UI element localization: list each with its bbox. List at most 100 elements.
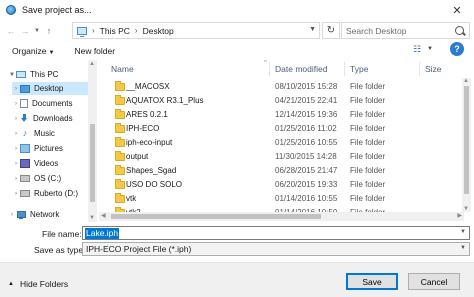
downloads-icon bbox=[20, 114, 29, 123]
file-row[interactable]: ARES 0.2.1 12/14/2015 19:36 File folder bbox=[99, 109, 474, 121]
file-name-field[interactable]: Lake.iph ▼ bbox=[82, 226, 470, 240]
scroll-right-icon[interactable]: ▶ bbox=[457, 212, 462, 219]
chevron-right-icon[interactable]: › bbox=[12, 116, 20, 122]
folder-icon bbox=[115, 95, 125, 105]
chevron-right-icon[interactable]: › bbox=[12, 161, 20, 167]
breadcrumb-this-pc[interactable]: This PC bbox=[100, 26, 130, 36]
file-row[interactable]: __MACOSX 08/10/2015 15:28 File folder bbox=[99, 81, 474, 93]
navigation-scrollbar[interactable]: ▲ ▼ bbox=[88, 60, 97, 222]
nav-item-pictures[interactable]: › Pictures bbox=[12, 142, 88, 155]
scroll-up-icon[interactable]: ▲ bbox=[89, 61, 95, 67]
chevron-right-icon[interactable]: › bbox=[12, 86, 20, 92]
nav-item-documents[interactable]: › Documents bbox=[12, 97, 88, 110]
file-list: ^ Name Date modified Type Size __MACOSX … bbox=[99, 60, 474, 222]
arrow-up-icon: ↑ bbox=[46, 26, 52, 36]
desktop-icon bbox=[20, 84, 30, 93]
chevron-right-icon[interactable]: › bbox=[12, 146, 20, 152]
hide-folders-label: Hide Folders bbox=[19, 279, 69, 289]
save-button[interactable]: Save bbox=[346, 273, 398, 290]
nav-item-videos[interactable]: › Videos bbox=[12, 157, 88, 170]
nav-item-os-c[interactable]: › OS (C:) bbox=[12, 172, 88, 185]
organize-button[interactable]: Organize ▼ bbox=[12, 46, 54, 56]
breadcrumb-desktop[interactable]: Desktop bbox=[143, 26, 174, 36]
help-button[interactable]: ? bbox=[450, 42, 464, 56]
breadcrumb-separator-icon[interactable]: › bbox=[92, 26, 95, 35]
videos-icon bbox=[20, 159, 30, 168]
chevron-right-icon[interactable]: › bbox=[12, 176, 20, 182]
scroll-down-icon[interactable]: ▼ bbox=[89, 215, 95, 221]
up-button[interactable]: ↑ bbox=[42, 23, 56, 39]
breadcrumb-separator-icon[interactable]: › bbox=[135, 26, 138, 35]
column-header-name[interactable]: Name bbox=[111, 60, 134, 78]
file-list-vertical-scrollbar[interactable]: ▲ ▼ bbox=[462, 78, 471, 212]
chevron-right-icon[interactable]: › bbox=[12, 131, 20, 137]
file-date: 06/28/2015 21:47 bbox=[275, 166, 338, 175]
scroll-left-icon[interactable]: ◀ bbox=[101, 212, 106, 219]
file-row[interactable]: Shapes_Sgad 06/28/2015 21:47 File folder bbox=[99, 165, 474, 177]
chevron-down-icon[interactable]: ▼ bbox=[309, 26, 316, 33]
file-name: Shapes_Sgad bbox=[126, 166, 177, 175]
file-type: File folder bbox=[350, 82, 386, 91]
scrollbar-thumb[interactable] bbox=[111, 214, 321, 219]
title-bar: Save project as... ✕ bbox=[0, 0, 474, 20]
organize-label: Organize bbox=[12, 45, 47, 56]
cancel-button[interactable]: Cancel bbox=[408, 273, 460, 290]
chevron-right-icon[interactable]: › bbox=[8, 212, 16, 218]
column-header-size[interactable]: Size bbox=[425, 60, 442, 78]
file-date: 08/10/2015 15:28 bbox=[275, 82, 338, 91]
save-as-type-select[interactable]: IPH-ECO Project File (*.iph) ▼ bbox=[82, 242, 470, 256]
chevron-right-icon[interactable]: › bbox=[12, 101, 20, 107]
file-type: File folder bbox=[350, 138, 386, 147]
search-box[interactable] bbox=[341, 22, 470, 39]
nav-item-music[interactable]: › ♪ Music bbox=[12, 127, 88, 140]
chevron-right-icon[interactable]: › bbox=[12, 191, 20, 197]
chevron-down-icon[interactable]: ▼ bbox=[460, 229, 466, 235]
address-bar[interactable]: › This PC › Desktop ▼ bbox=[72, 22, 320, 39]
back-button[interactable]: ← bbox=[4, 23, 18, 39]
refresh-button[interactable]: ↻ bbox=[322, 22, 340, 39]
file-name: iph-eco-input bbox=[126, 138, 173, 147]
nav-item-this-pc[interactable]: ▼ This PC bbox=[8, 68, 88, 81]
chevron-down-icon: ▼ bbox=[48, 49, 55, 56]
column-divider[interactable] bbox=[269, 62, 270, 76]
chevron-down-icon[interactable]: ▼ bbox=[427, 46, 433, 52]
recent-locations-button[interactable]: ▼ bbox=[32, 23, 42, 39]
new-folder-button[interactable]: New folder bbox=[74, 46, 115, 56]
chevron-down-icon[interactable]: ▼ bbox=[460, 245, 466, 251]
command-toolbar: Organize ▼ New folder ☷ ▼ ? bbox=[0, 42, 474, 59]
file-name: ARES 0.2.1 bbox=[126, 110, 168, 119]
column-divider[interactable] bbox=[344, 62, 345, 76]
file-row[interactable]: output 11/30/2015 14:28 File folder bbox=[99, 151, 474, 163]
file-name: IPH-ECO bbox=[126, 124, 160, 133]
nav-item-downloads[interactable]: › Downloads bbox=[12, 112, 88, 125]
column-divider[interactable] bbox=[419, 62, 420, 76]
column-header-type[interactable]: Type bbox=[350, 60, 368, 78]
scroll-up-icon[interactable]: ▲ bbox=[463, 78, 469, 84]
chevron-down-icon[interactable]: ▼ bbox=[8, 72, 16, 78]
view-options-icon[interactable]: ☷ bbox=[413, 44, 421, 55]
close-button[interactable]: ✕ bbox=[444, 2, 470, 18]
pc-icon bbox=[16, 71, 26, 78]
file-list-horizontal-scrollbar[interactable]: ◀ ▶ bbox=[99, 212, 464, 221]
nav-item-label: Music bbox=[34, 129, 55, 138]
arrow-left-icon: ← bbox=[6, 26, 16, 36]
file-date: 04/21/2015 22:41 bbox=[275, 96, 338, 105]
hide-folders-button[interactable]: ▲ Hide Folders bbox=[8, 279, 68, 289]
forward-button[interactable]: → bbox=[18, 23, 32, 39]
search-input[interactable] bbox=[346, 25, 456, 36]
file-row[interactable]: AQUATOX R3.1_Plus 04/21/2015 22:41 File … bbox=[99, 95, 474, 107]
refresh-icon: ↻ bbox=[326, 25, 336, 36]
scrollbar-thumb[interactable] bbox=[464, 86, 469, 194]
nav-item-ruberto-d[interactable]: › Ruberto (D:) bbox=[12, 187, 88, 200]
nav-item-network[interactable]: › Network bbox=[8, 208, 88, 221]
scrollbar-thumb[interactable] bbox=[90, 124, 95, 202]
file-name-value[interactable]: Lake.iph bbox=[85, 227, 120, 239]
file-row[interactable]: iph-eco-input 01/25/2016 10:55 File fold… bbox=[99, 137, 474, 149]
folder-icon bbox=[115, 137, 125, 147]
file-row[interactable]: USO DO SOLO 06/20/2015 19:33 File folder bbox=[99, 179, 474, 191]
column-header-date-modified[interactable]: Date modified bbox=[275, 60, 327, 78]
file-row[interactable]: IPH-ECO 01/25/2016 11:02 File folder bbox=[99, 123, 474, 135]
nav-item-desktop[interactable]: › Desktop bbox=[12, 82, 88, 95]
file-row[interactable]: vtk 01/14/2016 10:55 File folder bbox=[99, 193, 474, 205]
chevron-down-icon: ▼ bbox=[34, 28, 40, 34]
